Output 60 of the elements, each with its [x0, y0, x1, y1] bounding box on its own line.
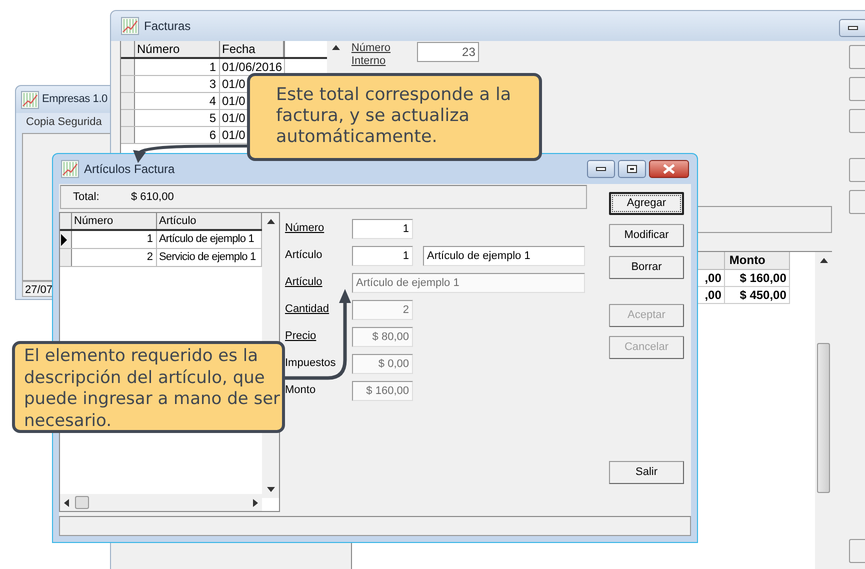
chart-app-icon [121, 17, 139, 35]
scroll-right-icon [253, 498, 258, 506]
table-cell: 5 [135, 110, 220, 126]
scroll-up-icon [820, 258, 828, 263]
chart-app-icon [61, 160, 79, 178]
table-cell: 1 [135, 59, 220, 75]
window-title: Empresas 1.0 [42, 92, 108, 108]
close-button[interactable] [649, 160, 689, 178]
current-row-icon [60, 234, 67, 246]
scroll-thumb[interactable] [75, 496, 89, 509]
scroll-thumb[interactable] [817, 343, 830, 493]
window-title: Artículos Factura [84, 161, 175, 178]
maximize-button[interactable] [618, 160, 646, 178]
minimize-icon [596, 167, 606, 171]
text-field[interactable]: 1 [352, 218, 413, 238]
field-label: Cantidad [285, 302, 330, 318]
close-icon [663, 164, 675, 174]
scroll-up-icon [266, 219, 274, 224]
field-label: Impuestos [285, 356, 337, 372]
callout: El elemento requerido es la descripción del artículo, que puede ingresar a mano de ser necesario. [12, 341, 285, 433]
scroll-left-icon [64, 498, 69, 506]
text-field[interactable]: 1 [352, 246, 413, 266]
column-header[interactable]: Número [72, 213, 157, 229]
total-label: Total: [73, 190, 100, 205]
chart-app-icon [21, 90, 39, 108]
field-label: Precio [285, 329, 318, 344]
table-cell: 3 [135, 76, 220, 92]
field-label: Artículo [285, 275, 324, 290]
exit-button[interactable]: Salir [609, 461, 684, 484]
table-cell: 4 [135, 93, 220, 109]
minimize-icon [848, 26, 858, 30]
button[interactable]: Borrar [609, 256, 684, 279]
table-cell: $ 450,00 [725, 287, 790, 304]
field-label: Número Interno [351, 42, 392, 68]
table-cell: 2 [72, 249, 157, 266]
window-icon [627, 165, 637, 173]
scroll-down-icon [266, 487, 274, 492]
text-field[interactable]: 23 [417, 42, 480, 62]
column-header[interactable]: Número [135, 41, 220, 57]
column-header[interactable]: Artículo [157, 213, 262, 229]
callout: Este total corresponde a la factura, y se actualiza automáticamente. [247, 73, 542, 161]
field-label: Monto [285, 383, 317, 398]
field-label: Número [285, 221, 326, 236]
window-title: Facturas [144, 18, 191, 35]
table-cell: $ 160,00 [725, 270, 790, 287]
button[interactable]: Modificar [609, 224, 684, 247]
row-header[interactable] [60, 231, 72, 248]
scrollbar[interactable] [60, 494, 262, 511]
column-header[interactable]: Fecha [220, 41, 285, 57]
table-cell: 6 [135, 127, 220, 143]
menu-item[interactable]: Copia Segurida [26, 114, 102, 130]
text-field[interactable]: Artículo de ejemplo 1 [423, 246, 585, 266]
scroll-up-icon [332, 45, 340, 50]
column-header[interactable]: Monto [725, 252, 790, 270]
minimize-button[interactable] [587, 160, 615, 178]
field-label: Artículo [285, 248, 324, 264]
minimize-button[interactable] [839, 19, 865, 37]
button[interactable]: Agregar [609, 192, 684, 215]
scrollbar[interactable] [815, 252, 832, 569]
total-value: $ 610,00 [131, 190, 174, 205]
